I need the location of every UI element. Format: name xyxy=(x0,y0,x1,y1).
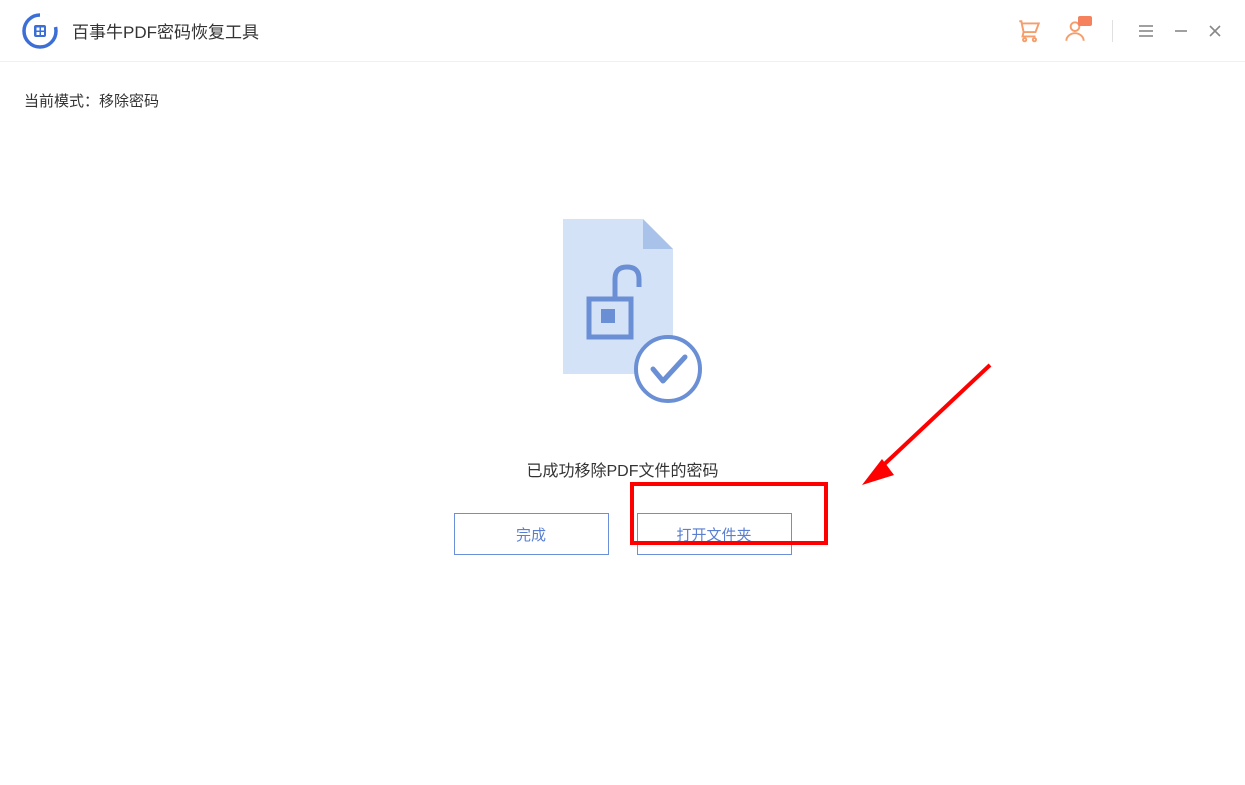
success-message: 已成功移除PDF文件的密码 xyxy=(526,457,718,481)
main-content: 已成功移除PDF文件的密码 完成 打开文件夹 xyxy=(0,139,1245,555)
status-bar: 当前模式：移除密码 xyxy=(0,62,1245,139)
mode-value: 移除密码 xyxy=(99,93,159,110)
menu-icon[interactable] xyxy=(1137,22,1155,40)
close-icon[interactable] xyxy=(1207,23,1223,39)
cart-icon[interactable] xyxy=(1016,18,1042,44)
app-title: 百事牛PDF密码恢复工具 xyxy=(72,18,259,43)
header-left: 百事牛PDF密码恢复工具 xyxy=(22,13,259,49)
open-folder-button[interactable]: 打开文件夹 xyxy=(637,513,792,555)
finish-button[interactable]: 完成 xyxy=(454,513,609,555)
minimize-icon[interactable] xyxy=(1173,23,1189,39)
account-icon[interactable] xyxy=(1062,18,1088,44)
window-controls xyxy=(1137,22,1223,40)
mode-label: 当前模式： xyxy=(24,93,99,110)
header-right xyxy=(1016,18,1223,44)
header-divider xyxy=(1112,20,1113,42)
app-logo-icon xyxy=(22,13,58,49)
app-header: 百事牛PDF密码恢复工具 xyxy=(0,0,1245,62)
button-row: 完成 打开文件夹 xyxy=(454,513,792,555)
success-illustration xyxy=(533,209,713,409)
